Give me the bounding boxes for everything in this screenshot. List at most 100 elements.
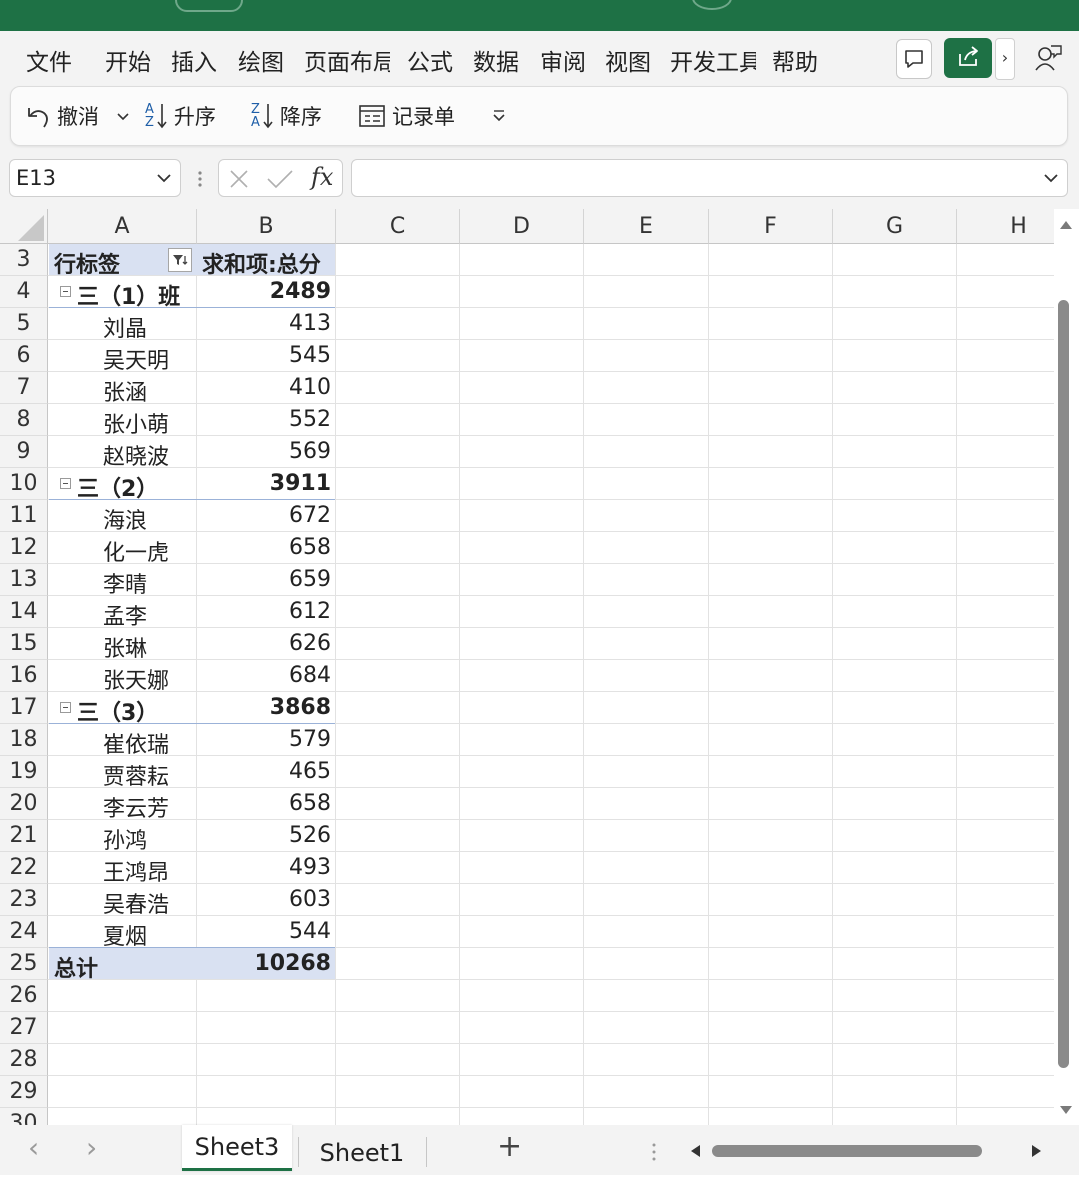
row-header-8[interactable]: 8	[0, 404, 48, 436]
expand-formula-icon[interactable]	[1041, 168, 1061, 188]
worksheet-grid[interactable]: ABCDEFGH 3 4 5 6 7 8 9 10 11 12 13 14 15 16 17 18 19 20 21…	[0, 209, 1079, 1125]
menu-draw[interactable]: 绘图	[238, 43, 284, 77]
select-all-icon	[18, 215, 44, 241]
row-header-4[interactable]: 4	[0, 276, 48, 308]
scroll-right-icon[interactable]	[1030, 1143, 1044, 1159]
chevron-down-icon[interactable]	[154, 168, 174, 188]
menu-view[interactable]: 视图	[605, 43, 651, 77]
select-all-corner[interactable]	[0, 209, 48, 244]
pivot-item-label: 贾蓉耘	[103, 765, 170, 790]
pivot-grand-total-topline	[49, 947, 335, 948]
row-header-22[interactable]: 22	[0, 852, 48, 884]
row-header-18[interactable]: 18	[0, 724, 48, 756]
row-header-13[interactable]: 13	[0, 564, 48, 596]
row-header-30[interactable]: 30	[0, 1108, 48, 1125]
sort-descending-icon: Z A	[251, 103, 260, 129]
row-header-16[interactable]: 16	[0, 660, 48, 692]
row-header-23[interactable]: 23	[0, 884, 48, 916]
confirm-entry-icon[interactable]	[265, 167, 295, 191]
menu-data[interactable]: 数据	[473, 43, 519, 77]
share-options-button[interactable]: ›	[995, 38, 1015, 80]
tab-split-grip-icon[interactable]	[650, 1140, 658, 1164]
row-header-14[interactable]: 14	[0, 596, 48, 628]
row-header-11[interactable]: 11	[0, 500, 48, 532]
filter-sort-icon	[173, 255, 188, 265]
coauthoring-button[interactable]	[1030, 40, 1066, 76]
menu-review[interactable]: 审阅	[540, 43, 586, 77]
formula-input[interactable]	[351, 159, 1068, 197]
gridline-horizontal	[48, 1043, 1054, 1044]
vertical-scroll-thumb[interactable]	[1058, 300, 1069, 1068]
column-header-d[interactable]: D	[460, 209, 584, 244]
row-header-5[interactable]: 5	[0, 308, 48, 340]
account-avatar[interactable]	[692, 0, 732, 10]
row-header-25[interactable]: 25	[0, 948, 48, 980]
column-header-a[interactable]: A	[48, 209, 197, 244]
column-header-g[interactable]: G	[833, 209, 957, 244]
row-header-29[interactable]: 29	[0, 1076, 48, 1108]
column-header-b[interactable]: B	[197, 209, 336, 244]
prev-sheet-button[interactable]: ‹	[28, 1131, 39, 1164]
arrow-down-icon	[157, 104, 167, 129]
row-label-filter-button[interactable]	[168, 248, 192, 272]
row-header-24[interactable]: 24	[0, 916, 48, 948]
cancel-entry-icon[interactable]	[227, 167, 251, 191]
menu-formulas[interactable]: 公式	[407, 43, 453, 77]
row-header-27[interactable]: 27	[0, 1012, 48, 1044]
menu-home[interactable]: 开始	[105, 43, 151, 77]
collapse-group-button[interactable]	[60, 478, 71, 489]
comments-button[interactable]	[896, 39, 932, 79]
row-header-15[interactable]: 15	[0, 628, 48, 660]
pivot-item-label: 李晴	[103, 573, 148, 598]
insert-function-button[interactable]: fx	[311, 163, 333, 191]
gridline-horizontal	[48, 851, 1054, 852]
pivot-item-label: 孟李	[103, 605, 148, 630]
pivot-group-underline	[49, 499, 335, 500]
scroll-left-icon[interactable]	[688, 1143, 702, 1159]
row-header-9[interactable]: 9	[0, 436, 48, 468]
tab-sheet3[interactable]: Sheet3	[182, 1125, 292, 1171]
column-header-f[interactable]: F	[709, 209, 833, 244]
undo-dropdown[interactable]	[115, 87, 131, 145]
menu-help[interactable]: 帮助	[772, 43, 818, 77]
row-header-10[interactable]: 10	[0, 468, 48, 500]
horizontal-scroll-thumb[interactable]	[712, 1145, 982, 1157]
form-button[interactable]: 记录单	[358, 87, 455, 145]
formula-bar-grip-icon[interactable]	[196, 167, 204, 191]
ribbon: 撤消 A Z 升序 Z A 降序 记录单	[10, 86, 1068, 146]
row-header-6[interactable]: 6	[0, 340, 48, 372]
sort-ascending-button[interactable]: A Z 升序	[145, 87, 216, 145]
undo-button[interactable]: 撤消	[23, 87, 99, 145]
add-sheet-button[interactable]: +	[497, 1129, 522, 1164]
menu-file[interactable]: 文件	[26, 43, 72, 77]
row-header-7[interactable]: 7	[0, 372, 48, 404]
gridline-horizontal	[48, 563, 1054, 564]
row-header-12[interactable]: 12	[0, 532, 48, 564]
row-header-3[interactable]: 3	[0, 244, 48, 276]
menu-page-layout[interactable]: 页面布局	[304, 43, 390, 77]
pivot-item-label: 张琳	[103, 637, 148, 662]
share-button[interactable]	[944, 38, 992, 78]
autosave-toggle[interactable]	[175, 0, 243, 12]
name-box[interactable]: E13	[9, 159, 181, 197]
menu-insert[interactable]: 插入	[171, 43, 217, 77]
row-header-19[interactable]: 19	[0, 756, 48, 788]
row-header-28[interactable]: 28	[0, 1044, 48, 1076]
scroll-down-icon[interactable]	[1059, 1104, 1073, 1116]
pivot-item-value: 413	[289, 311, 331, 336]
row-header-21[interactable]: 21	[0, 820, 48, 852]
row-header-20[interactable]: 20	[0, 788, 48, 820]
collapse-group-button[interactable]	[60, 286, 71, 297]
scroll-up-icon[interactable]	[1059, 219, 1073, 231]
formula-buttons: fx	[218, 159, 343, 197]
row-header-26[interactable]: 26	[0, 980, 48, 1012]
next-sheet-button[interactable]: ›	[86, 1131, 97, 1164]
column-header-c[interactable]: C	[336, 209, 460, 244]
tab-sheet1[interactable]: Sheet1	[306, 1125, 418, 1171]
menu-developer[interactable]: 开发工具	[670, 43, 756, 77]
collapse-group-button[interactable]	[60, 702, 71, 713]
column-header-e[interactable]: E	[584, 209, 709, 244]
row-header-17[interactable]: 17	[0, 692, 48, 724]
sort-descending-button[interactable]: Z A 降序	[251, 87, 322, 145]
customize-toolbar-button[interactable]	[491, 87, 507, 145]
